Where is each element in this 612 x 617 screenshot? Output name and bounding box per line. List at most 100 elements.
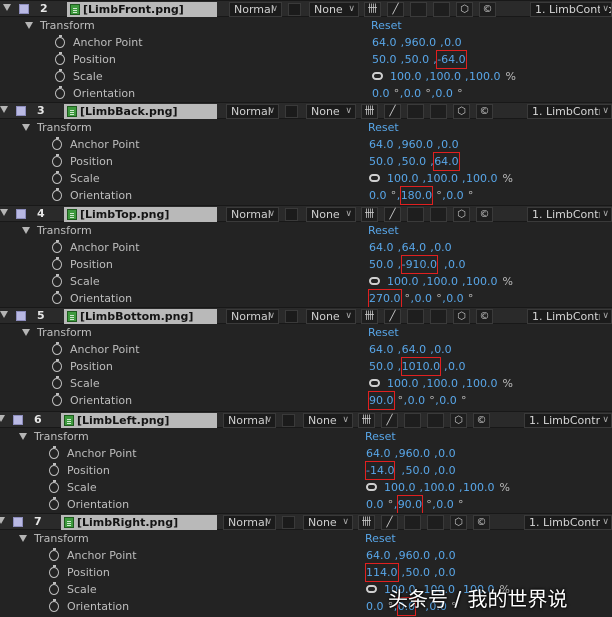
orientation-value-y[interactable]: 90.0 bbox=[396, 495, 424, 514]
stopwatch-icon[interactable] bbox=[52, 137, 62, 150]
orientation-value-z[interactable]: 0.0 bbox=[446, 187, 464, 204]
scale-value-x[interactable]: 100.0 bbox=[387, 170, 419, 187]
position-value-y[interactable]: 1010.0 bbox=[400, 357, 442, 376]
transform-group-row[interactable]: Transform Reset bbox=[0, 222, 612, 239]
track-matte-select[interactable]: None ∨ bbox=[306, 309, 356, 324]
stopwatch-icon[interactable] bbox=[52, 188, 62, 201]
layer-name[interactable]: [LimbLeft.png] bbox=[61, 413, 217, 428]
expand-twirl-icon[interactable] bbox=[3, 4, 11, 11]
position-value-z[interactable]: -64.0 bbox=[436, 50, 467, 69]
3d-cube-icon[interactable]: ⬡ bbox=[456, 2, 473, 17]
expand-twirl-icon[interactable] bbox=[22, 124, 30, 131]
blend-mode-select[interactable]: Normal ∨ bbox=[226, 207, 279, 222]
reset-link[interactable]: Reset bbox=[368, 222, 399, 239]
spiral-icon[interactable]: © bbox=[473, 515, 490, 530]
stopwatch-icon[interactable] bbox=[55, 52, 65, 65]
anchor-icon[interactable]: 卌 bbox=[361, 309, 378, 324]
constrain-proportions-link-icon[interactable] bbox=[369, 174, 380, 182]
scale-value-z[interactable]: 100.0 bbox=[466, 375, 498, 392]
position-value-z[interactable]: 64.0 bbox=[433, 152, 460, 171]
reset-link[interactable]: Reset bbox=[365, 428, 396, 445]
parent-select[interactable]: 1. LimbContro ∨ bbox=[527, 104, 612, 119]
position-value-y[interactable]: 50.0 bbox=[406, 462, 431, 479]
label-color-swatch[interactable] bbox=[13, 517, 23, 527]
anchor-value-y[interactable]: 960.0 bbox=[405, 34, 437, 51]
constrain-proportions-link-icon[interactable] bbox=[369, 379, 380, 387]
stopwatch-icon[interactable] bbox=[52, 291, 62, 304]
preserve-transparency-toggle[interactable] bbox=[288, 3, 301, 16]
constrain-proportions-link-icon[interactable] bbox=[369, 277, 380, 285]
scale-value-z[interactable]: 100.0 bbox=[466, 170, 498, 187]
expand-twirl-icon[interactable] bbox=[19, 433, 27, 440]
position-value-y[interactable]: 50.0 bbox=[406, 564, 431, 581]
label-color-swatch[interactable] bbox=[16, 209, 26, 219]
anchor-value-y[interactable]: 960.0 bbox=[399, 445, 431, 462]
anchor-value-z[interactable]: 0.0 bbox=[434, 341, 452, 358]
position-value-y[interactable]: 50.0 bbox=[402, 153, 427, 170]
label-color-swatch[interactable] bbox=[16, 311, 26, 321]
scale-value-y[interactable]: 100.0 bbox=[424, 479, 456, 496]
reset-link[interactable]: Reset bbox=[368, 324, 399, 341]
orientation-value-x[interactable]: 270.0 bbox=[368, 289, 402, 308]
stopwatch-icon[interactable] bbox=[49, 480, 59, 493]
track-matte-select[interactable]: None ∨ bbox=[303, 413, 353, 428]
expand-twirl-icon[interactable] bbox=[0, 517, 5, 524]
motion-blur-icon[interactable] bbox=[410, 2, 427, 17]
stopwatch-icon[interactable] bbox=[55, 69, 65, 82]
motion-blur-icon[interactable] bbox=[407, 309, 424, 324]
anchor-icon[interactable]: 卌 bbox=[358, 515, 375, 530]
constrain-proportions-link-icon[interactable] bbox=[366, 585, 377, 593]
label-color-swatch[interactable] bbox=[19, 4, 29, 14]
orientation-value-z[interactable]: 0.0 bbox=[446, 290, 464, 307]
spiral-icon[interactable]: © bbox=[476, 309, 493, 324]
position-value-x[interactable]: 50.0 bbox=[369, 256, 394, 273]
anchor-icon[interactable]: 卌 bbox=[364, 2, 381, 17]
orientation-value-x[interactable]: 90.0 bbox=[368, 391, 395, 410]
scale-value-y[interactable]: 100.0 bbox=[427, 170, 459, 187]
scale-value-x[interactable]: 100.0 bbox=[387, 375, 419, 392]
expand-twirl-icon[interactable] bbox=[0, 106, 8, 113]
blend-mode-select[interactable]: Normal ∨ bbox=[223, 515, 276, 530]
expand-twirl-icon[interactable] bbox=[0, 415, 5, 422]
expand-twirl-icon[interactable] bbox=[0, 311, 8, 318]
expand-twirl-icon[interactable] bbox=[25, 22, 33, 29]
blend-mode-select[interactable]: Normal ∨ bbox=[229, 2, 282, 17]
layer-header[interactable]: 7 [LimbRight.png] Normal ∨ None ∨ 卌 ╱ ⬡ © 1. LimbC… bbox=[0, 513, 612, 530]
orientation-value-x[interactable]: 0.0 bbox=[366, 496, 384, 513]
anchor-value-y[interactable]: 960.0 bbox=[402, 136, 434, 153]
scale-value-x[interactable]: 100.0 bbox=[387, 273, 419, 290]
3d-cube-icon[interactable]: ⬡ bbox=[453, 309, 470, 324]
slash-icon[interactable]: ╱ bbox=[384, 104, 401, 119]
spiral-icon[interactable]: © bbox=[476, 207, 493, 222]
stopwatch-icon[interactable] bbox=[49, 599, 59, 612]
track-matte-select[interactable]: None ∨ bbox=[306, 207, 356, 222]
anchor-icon[interactable]: 卌 bbox=[358, 413, 375, 428]
position-value-z[interactable]: 0.0 bbox=[438, 564, 456, 581]
anchor-value-x[interactable]: 64.0 bbox=[369, 341, 394, 358]
stopwatch-icon[interactable] bbox=[55, 86, 65, 99]
expand-twirl-icon[interactable] bbox=[22, 227, 30, 234]
layer-header[interactable]: 5 [LimbBottom.png] Normal ∨ None ∨ 卌 ╱ ⬡ © 1. Limb… bbox=[0, 307, 612, 324]
stopwatch-icon[interactable] bbox=[49, 497, 59, 510]
blend-mode-select[interactable]: Normal ∨ bbox=[226, 104, 279, 119]
orientation-value-x[interactable]: 0.0 bbox=[372, 85, 390, 102]
scale-value-y[interactable]: 100.0 bbox=[427, 375, 459, 392]
stopwatch-icon[interactable] bbox=[52, 240, 62, 253]
position-value-y[interactable]: 50.0 bbox=[405, 51, 430, 68]
reset-link[interactable]: Reset bbox=[365, 530, 396, 547]
anchor-value-y[interactable]: 64.0 bbox=[402, 341, 427, 358]
track-matte-select[interactable]: None ∨ bbox=[309, 2, 359, 17]
layer-header[interactable]: 4 [LimbTop.png] Normal ∨ None ∨ 卌 ╱ ⬡ © 1. LimbCon… bbox=[0, 205, 612, 222]
3d-cube-icon[interactable]: ⬡ bbox=[453, 207, 470, 222]
label-color-swatch[interactable] bbox=[13, 415, 23, 425]
orientation-value-y[interactable]: 0.0 bbox=[408, 392, 426, 409]
anchor-value-z[interactable]: 0.0 bbox=[438, 445, 456, 462]
anchor-value-x[interactable]: 64.0 bbox=[369, 239, 394, 256]
anchor-icon[interactable]: 卌 bbox=[361, 104, 378, 119]
layer-name[interactable]: [LimbRight.png] bbox=[61, 515, 217, 530]
position-value-x[interactable]: 114.0 bbox=[365, 563, 399, 582]
stopwatch-icon[interactable] bbox=[49, 548, 59, 561]
constrain-proportions-link-icon[interactable] bbox=[372, 72, 383, 80]
anchor-value-x[interactable]: 64.0 bbox=[366, 547, 391, 564]
blend-mode-select[interactable]: Normal ∨ bbox=[223, 413, 276, 428]
